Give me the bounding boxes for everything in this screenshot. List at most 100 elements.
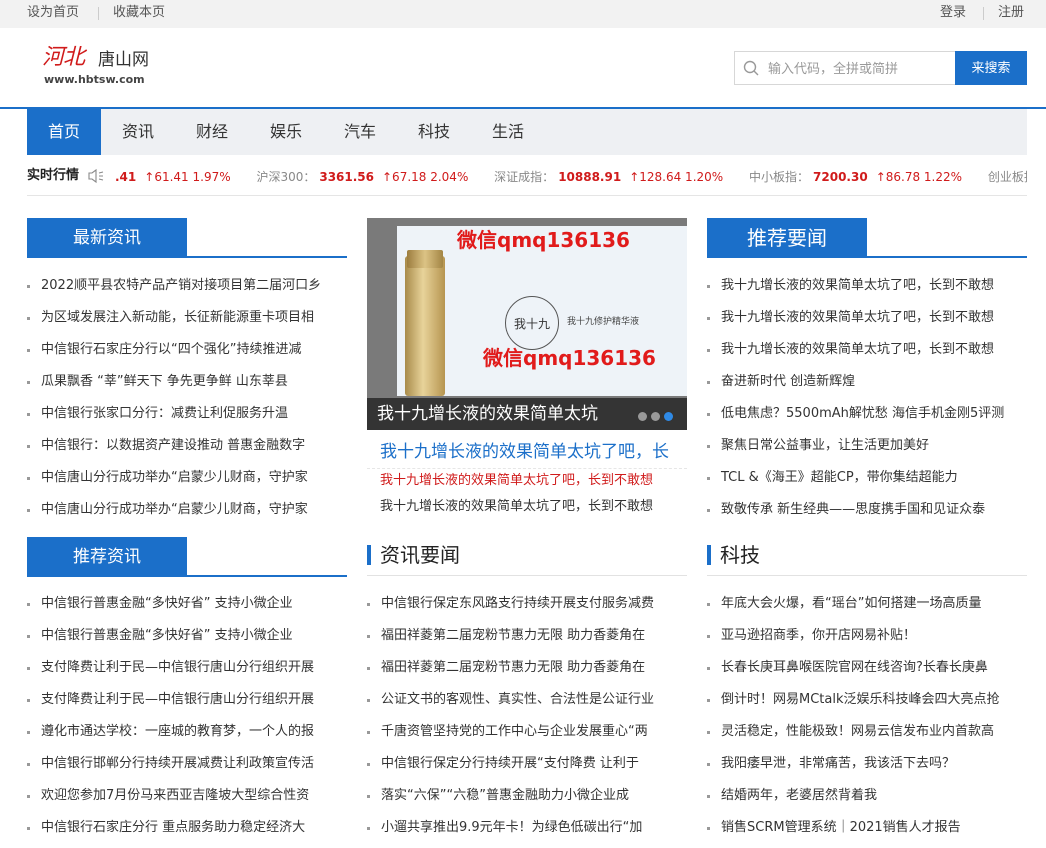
- list-item[interactable]: 奋进新时代 创造新辉煌: [707, 366, 1027, 398]
- list-item[interactable]: 中信银行石家庄分行以“四个强化”持续推进减: [27, 334, 347, 366]
- tech-header: 科技: [707, 540, 1027, 576]
- logo-name: 唐山网: [98, 50, 149, 70]
- ticker-value: 7200.30: [813, 170, 868, 184]
- list-item[interactable]: 灵活稳定，性能极致！网易云信发布业内首款高: [707, 716, 1027, 748]
- list-item[interactable]: 倒计时！网易MCtalk泛娱乐科技峰会四大亮点抢: [707, 684, 1027, 716]
- ticker-value: .41: [115, 170, 137, 184]
- list-item[interactable]: 中信银行邯郸分行持续开展减费让利政策宣传活: [27, 748, 347, 780]
- search-icon: [743, 60, 759, 76]
- register-link[interactable]: 注册: [998, 5, 1024, 21]
- list-item[interactable]: 年底大会火爆，看“瑶台”如何搭建一场高质量: [707, 588, 1027, 620]
- slide-dot-active[interactable]: [664, 412, 673, 421]
- top-bar: 设为首页 收藏本页 登录 注册: [0, 0, 1046, 28]
- site-logo[interactable]: 河北 唐山网 www.hbtsw.com: [42, 44, 172, 90]
- tech-list: 年底大会火爆，看“瑶台”如何搭建一场高质量 亚马逊招商季，你开店网易补贴！ 长春…: [707, 588, 1027, 844]
- list-item[interactable]: 我十九增长液的效果简单太坑了吧，长到不敢想: [707, 302, 1027, 334]
- nav-tech[interactable]: 科技: [397, 109, 471, 155]
- search-box: [734, 51, 956, 85]
- slide-dot[interactable]: [651, 412, 660, 421]
- ticker-value: 10888.91: [558, 170, 622, 184]
- list-item[interactable]: 我十九增长液的效果简单太坑了吧，长到不敢想: [707, 334, 1027, 366]
- list-item[interactable]: 长春长庚耳鼻喉医院官网在线咨询?长春长庚鼻: [707, 652, 1027, 684]
- latest-news-header: 最新资讯: [27, 218, 347, 258]
- list-item[interactable]: 公证文书的客观性、真实性、合法性是公证行业: [367, 684, 687, 716]
- nav-auto[interactable]: 汽车: [323, 109, 397, 155]
- featured-subline[interactable]: 我十九增长液的效果简单太坑了吧，长到不敢想: [380, 472, 687, 490]
- search-button[interactable]: 来搜索: [955, 51, 1027, 85]
- nav-entertainment[interactable]: 娱乐: [249, 109, 323, 155]
- section-title[interactable]: 推荐资讯: [27, 537, 187, 577]
- login-link[interactable]: 登录: [940, 5, 966, 21]
- list-item[interactable]: 千唐资管坚持党的工作中心与企业发展重心“两: [367, 716, 687, 748]
- section-accent: [367, 545, 371, 565]
- ticker-name[interactable]: 深证成指：: [494, 169, 554, 185]
- nav-finance[interactable]: 财经: [175, 109, 249, 155]
- ticker-name[interactable]: 创业板指：: [988, 169, 1027, 185]
- section-title[interactable]: 最新资讯: [27, 218, 187, 258]
- list-item[interactable]: 致敬传承 新生经典——思度携手国和见证众泰: [707, 494, 1027, 526]
- list-item[interactable]: 中信银行普惠金融“多快好省” 支持小微企业: [27, 588, 347, 620]
- list-item[interactable]: 中信唐山分行成功举办“启蒙少儿财商，守护家: [27, 462, 347, 494]
- market-ticker: 实时行情 .41 ↑61.41 1.97% 沪深300： 3361.56 ↑67.18…: [27, 160, 1027, 196]
- search-input[interactable]: [768, 59, 952, 79]
- ticker-track: .41 ↑61.41 1.97% 沪深300： 3361.56 ↑67.18 2.04…: [115, 169, 1027, 185]
- list-item[interactable]: 支付降费让利于民—中信银行唐山分行组织开展: [27, 684, 347, 716]
- watermark-text: 微信qmq136136: [483, 346, 656, 370]
- list-item[interactable]: 为区域发展注入新动能，长征新能源重卡项目相: [27, 302, 347, 334]
- divider: [367, 468, 687, 469]
- list-item[interactable]: 中信银行：以数据资产建设推动 普惠金融数字: [27, 430, 347, 462]
- section-title[interactable]: 推荐要闻: [707, 218, 867, 258]
- recommended-info-list: 中信银行普惠金融“多快好省” 支持小微企业 中信银行普惠金融“多快好省” 支持小…: [27, 588, 347, 844]
- nav-home[interactable]: 首页: [27, 109, 101, 155]
- list-item[interactable]: 中信银行石家庄分行 重点服务助力稳定经济大: [27, 812, 347, 844]
- list-item[interactable]: 瓜果飘香 “莘”鲜天下 争先更争鲜 山东莘县: [27, 366, 347, 398]
- ticker-change: ↑128.64 1.20%: [629, 170, 724, 184]
- ticker-name[interactable]: 中小板指：: [749, 169, 809, 185]
- list-item[interactable]: 中信银行保定分行持续开展“支付降费 让利于: [367, 748, 687, 780]
- slide-caption: 我十九增长液的效果简单太坑: [367, 398, 687, 430]
- speaker-icon[interactable]: [87, 168, 105, 184]
- list-item[interactable]: 亚马逊招商季，你开店网易补贴！: [707, 620, 1027, 652]
- logo-url: www.hbtsw.com: [44, 73, 145, 86]
- list-item[interactable]: 聚焦日常公益事业，让生活更加美好: [707, 430, 1027, 462]
- list-item[interactable]: 我十九增长液的效果简单太坑了吧，长到不敢想: [707, 270, 1027, 302]
- list-item[interactable]: 中信唐山分行成功举办“启蒙少儿财商，守护家: [27, 494, 347, 526]
- ticker-change: ↑61.41 1.97%: [144, 170, 231, 184]
- featured-headline[interactable]: 我十九增长液的效果简单太坑了吧，长: [380, 440, 687, 464]
- slide-caption-text[interactable]: 我十九增长液的效果简单太坑: [377, 403, 598, 425]
- list-item[interactable]: TCL &《海王》超能CP，带你集结超能力: [707, 462, 1027, 494]
- list-item[interactable]: 销售SCRM管理系统｜2021销售人才报告: [707, 812, 1027, 844]
- list-item[interactable]: 支付降费让利于民—中信银行唐山分行组织开展: [27, 652, 347, 684]
- section-accent: [707, 545, 711, 565]
- product-bottle: [405, 250, 445, 396]
- list-item[interactable]: 落实“六保”“六稳”普惠金融助力小微企业成: [367, 780, 687, 812]
- list-item[interactable]: 2022顺平县农特产品产销对接项目第二届河口乡: [27, 270, 347, 302]
- bookmark-link[interactable]: 收藏本页: [113, 5, 165, 21]
- nav-life[interactable]: 生活: [471, 109, 545, 155]
- list-item[interactable]: 低电焦虑？5500mAh解忧愁 海信手机金刚5评测: [707, 398, 1027, 430]
- nav-news[interactable]: 资讯: [101, 109, 175, 155]
- ticker-change: ↑67.18 2.04%: [382, 170, 469, 184]
- featured-subline[interactable]: 我十九增长液的效果简单太坑了吧，长到不敢想: [380, 498, 687, 516]
- list-item[interactable]: 中信银行张家口分行：减费让利促服务升温: [27, 398, 347, 430]
- info-news-list: 中信银行保定东风路支行持续开展支付服务减费 福田祥菱第二届宠粉节惠力无限 助力香…: [367, 588, 687, 844]
- list-item[interactable]: 中信银行保定东风路支行持续开展支付服务减费: [367, 588, 687, 620]
- section-title[interactable]: 资讯要闻: [380, 540, 460, 570]
- list-item[interactable]: 结婚两年，老婆居然背着我: [707, 780, 1027, 812]
- set-home-link[interactable]: 设为首页: [27, 5, 79, 21]
- list-item[interactable]: 中信银行普惠金融“多快好省” 支持小微企业: [27, 620, 347, 652]
- list-item[interactable]: 小遛共享推出9.9元年卡！为绿色低碳出行“加: [367, 812, 687, 844]
- section-title[interactable]: 科技: [720, 540, 760, 570]
- list-item[interactable]: 欢迎您参加7月份马来西亚吉隆坡大型综合性资: [27, 780, 347, 812]
- ticker-value: 3361.56: [319, 170, 374, 184]
- slide-dot[interactable]: [638, 412, 647, 421]
- list-item[interactable]: 遵化市通达学校：一座城的教育梦，一个人的报: [27, 716, 347, 748]
- list-item[interactable]: 我阳痿早泄，非常痛苦，我该活下去吗？: [707, 748, 1027, 780]
- list-item[interactable]: 福田祥菱第二届宠粉节惠力无限 助力香菱角在: [367, 620, 687, 652]
- featured-slideshow[interactable]: 我十九 我十九修护精华液 微信qmq136136 微信qmq136136 我十九…: [367, 218, 687, 430]
- info-news-header: 资讯要闻: [367, 540, 687, 576]
- ticker-name[interactable]: 沪深300：: [256, 169, 315, 185]
- watermark-text: 微信qmq136136: [457, 228, 630, 252]
- list-item[interactable]: 福田祥菱第二届宠粉节惠力无限 助力香菱角在: [367, 652, 687, 684]
- logo-mark: 河北: [42, 45, 85, 70]
